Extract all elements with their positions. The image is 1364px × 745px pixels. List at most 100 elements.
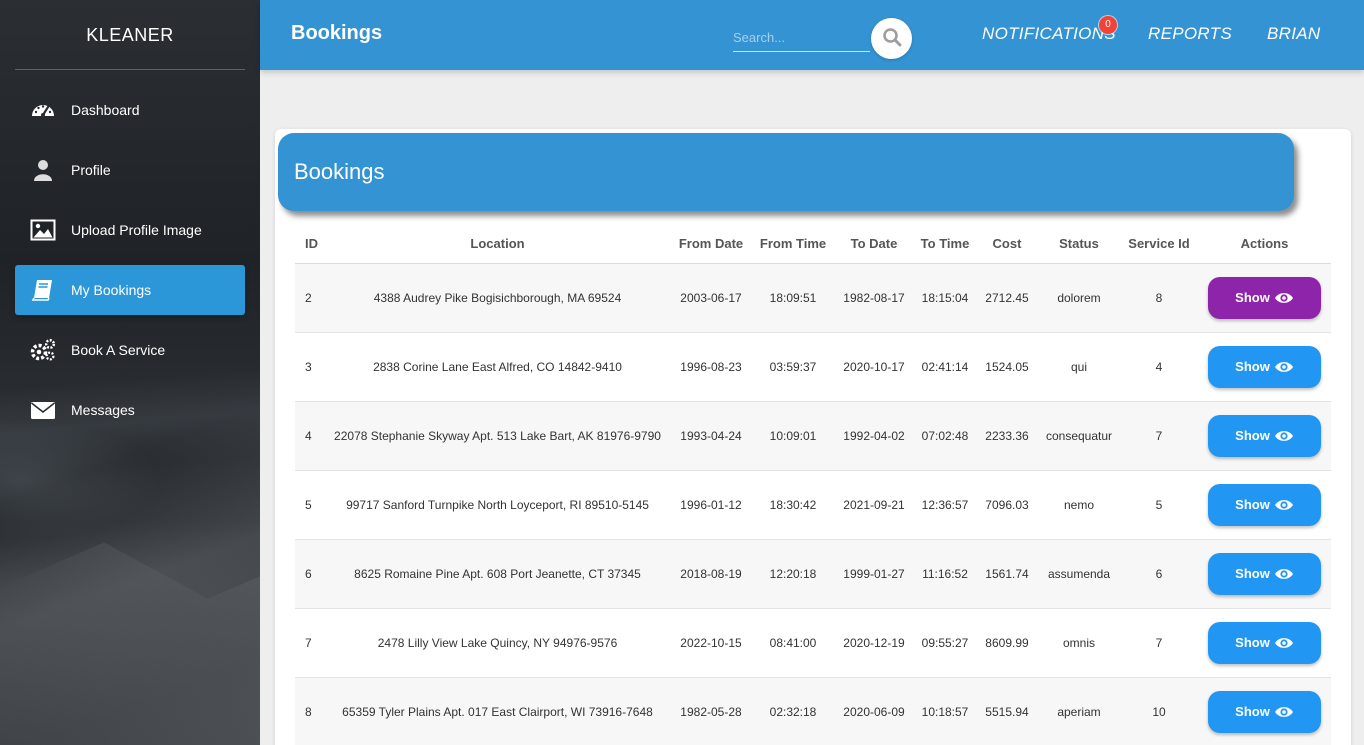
card-header: Bookings: [278, 133, 1294, 211]
table-row: 2 4388 Audrey Pike Bogisichborough, MA 69…: [295, 262, 1331, 332]
column-header-to-time: To Time: [914, 225, 976, 264]
cell-status: omnis: [1038, 607, 1120, 677]
show-button-label: Show: [1235, 704, 1270, 720]
table-body: 2 4388 Audrey Pike Bogisichborough, MA 69…: [295, 262, 1331, 745]
sidebar-item-upload-profile-image[interactable]: Upload Profile Image: [15, 205, 245, 255]
column-header-id: ID: [295, 225, 325, 264]
cell-location: 99717 Sanford Turnpike North Loyceport, …: [325, 469, 670, 539]
show-button-label: Show: [1235, 635, 1270, 650]
sidebar: KLEANER Dashboard Profile Upload Profile…: [0, 0, 260, 745]
eye-icon: [1274, 360, 1294, 374]
notifications-link[interactable]: NOTIFICATIONS: [982, 24, 1116, 44]
cell-to-date: 1992-04-02: [834, 400, 914, 470]
show-booking-button[interactable]: Show: [1208, 552, 1321, 595]
table-row: 4 22078 Stephanie Skyway Apt. 513 Lake Ba…: [295, 400, 1331, 470]
cell-actions: Show: [1198, 262, 1331, 332]
cell-from-time: 18:30:42: [752, 469, 834, 539]
cell-to-date: 1982-08-17: [834, 262, 914, 332]
show-booking-button[interactable]: Show: [1208, 414, 1321, 457]
column-header-location: Location: [325, 225, 670, 264]
cell-from-date: 2003-06-17: [670, 262, 752, 332]
cell-cost: 1524.05: [976, 331, 1038, 401]
table-row: 7 2478 Lilly View Lake Quincy, NY 94976-9…: [295, 607, 1331, 677]
cell-location: 8625 Romaine Pine Apt. 608 Port Jeanette…: [325, 538, 670, 608]
user-menu-link[interactable]: BRIAN: [1267, 24, 1320, 44]
cell-service-id: 5: [1120, 469, 1198, 539]
table-header-row: ID Location From Date From Time To Date …: [295, 225, 1331, 264]
eye-icon: [1274, 429, 1294, 443]
cell-id: 2: [295, 262, 325, 332]
column-header-service-id: Service Id: [1120, 225, 1198, 264]
cell-cost: 2712.45: [976, 262, 1038, 332]
sidebar-item-dashboard[interactable]: Dashboard: [15, 85, 245, 135]
cell-service-id: 7: [1120, 607, 1198, 677]
cell-actions: Show: [1198, 331, 1331, 401]
cell-cost: 8609.99: [976, 607, 1038, 677]
cell-service-id: 4: [1120, 331, 1198, 401]
cell-actions: Show: [1198, 676, 1331, 745]
show-booking-button[interactable]: Show: [1208, 690, 1321, 733]
user-icon: [30, 158, 56, 182]
table-row: 5 99717 Sanford Turnpike North Loyceport,…: [295, 469, 1331, 539]
cell-from-date: 2018-08-19: [670, 538, 752, 608]
cell-location: 65359 Tyler Plains Apt. 017 East Clairpo…: [325, 676, 670, 745]
cell-status: qui: [1038, 331, 1120, 401]
cell-cost: 2233.36: [976, 400, 1038, 470]
cell-id: 3: [295, 331, 325, 401]
sidebar-item-book-a-service[interactable]: Book A Service: [15, 325, 245, 375]
sidebar-item-profile[interactable]: Profile: [15, 145, 245, 195]
show-booking-button[interactable]: Show: [1208, 345, 1321, 388]
brand-logo[interactable]: KLEANER: [15, 0, 245, 70]
cell-from-date: 1996-01-12: [670, 469, 752, 539]
bookings-card: Bookings ID Location From Date From Time…: [275, 129, 1351, 745]
cell-to-date: 1999-01-27: [834, 538, 914, 608]
image-icon: [30, 218, 56, 242]
cell-from-time: 03:59:37: [752, 331, 834, 401]
reports-link[interactable]: REPORTS: [1148, 24, 1232, 44]
cell-id: 6: [295, 538, 325, 608]
sidebar-item-label: Profile: [71, 162, 111, 178]
cell-cost: 7096.03: [976, 469, 1038, 539]
show-button-label: Show: [1235, 290, 1270, 305]
cell-cost: 1561.74: [976, 538, 1038, 608]
card-title: Bookings: [294, 159, 385, 184]
table-row: 8 65359 Tyler Plains Apt. 017 East Clairp…: [295, 676, 1331, 745]
cell-actions: Show: [1198, 469, 1331, 539]
cell-to-time: 09:55:27: [914, 607, 976, 677]
sidebar-item-label: Upload Profile Image: [71, 222, 202, 238]
search-input[interactable]: [733, 24, 870, 52]
cell-to-time: 11:16:52: [914, 538, 976, 608]
cell-location: 4388 Audrey Pike Bogisichborough, MA 695…: [325, 262, 670, 332]
search-button[interactable]: [871, 18, 912, 59]
cell-id: 7: [295, 607, 325, 677]
cell-from-date: 1996-08-23: [670, 331, 752, 401]
gears-icon: [30, 338, 56, 362]
cell-status: nemo: [1038, 469, 1120, 539]
cell-id: 4: [295, 400, 325, 470]
cell-actions: Show: [1198, 607, 1331, 677]
cell-to-date: 2021-09-21: [834, 469, 914, 539]
cell-actions: Show: [1198, 538, 1331, 608]
show-booking-button[interactable]: Show: [1208, 621, 1321, 664]
show-booking-button[interactable]: Show: [1208, 483, 1321, 526]
page-title: Bookings: [291, 22, 383, 44]
cell-service-id: 6: [1120, 538, 1198, 608]
cell-status: assumenda: [1038, 538, 1120, 608]
cell-location: 22078 Stephanie Skyway Apt. 513 Lake Bar…: [325, 400, 670, 470]
cell-to-time: 18:15:04: [914, 262, 976, 332]
show-booking-button[interactable]: Show: [1208, 276, 1321, 319]
cell-to-time: 10:18:57: [914, 676, 976, 745]
column-header-actions: Actions: [1198, 225, 1331, 264]
sidebar-item-messages[interactable]: Messages: [15, 385, 245, 435]
table-row: 3 2838 Corine Lane East Alfred, CO 14842-…: [295, 331, 1331, 401]
sidebar-item-my-bookings[interactable]: My Bookings: [15, 265, 245, 315]
eye-icon: [1274, 636, 1294, 650]
cell-from-time: 18:09:51: [752, 262, 834, 332]
column-header-status: Status: [1038, 225, 1120, 264]
cell-id: 5: [295, 469, 325, 539]
eye-icon: [1274, 291, 1294, 305]
table-row: 6 8625 Romaine Pine Apt. 608 Port Jeanett…: [295, 538, 1331, 608]
search-icon: [882, 27, 902, 50]
show-button-label: Show: [1235, 428, 1270, 443]
eye-icon: [1274, 498, 1294, 512]
